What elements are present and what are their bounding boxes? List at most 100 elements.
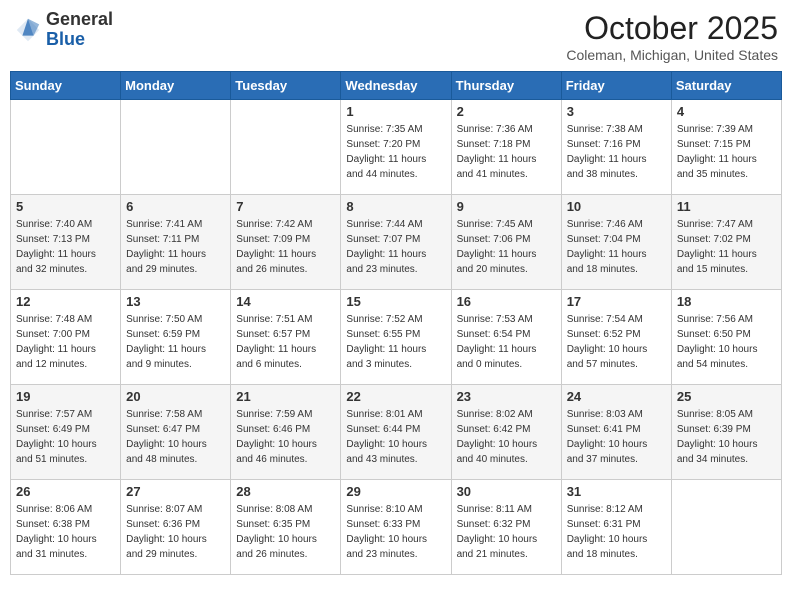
day-number: 27 xyxy=(126,484,225,499)
day-info: Sunrise: 7:38 AM Sunset: 7:16 PM Dayligh… xyxy=(567,122,666,182)
day-number: 22 xyxy=(346,389,445,404)
day-number: 10 xyxy=(567,199,666,214)
calendar-cell: 1 Sunrise: 7:35 AM Sunset: 7:20 PM Daylig… xyxy=(341,100,451,195)
day-header-sunday: Sunday xyxy=(11,72,121,100)
week-row-3: 12Sunrise: 7:48 AM Sunset: 7:00 PM Dayli… xyxy=(11,290,782,385)
logo-blue: Blue xyxy=(46,29,85,49)
day-header-friday: Friday xyxy=(561,72,671,100)
calendar-cell: 14 Sunrise: 7:51 AM Sunset: 6:57 PM Dayli… xyxy=(231,290,341,385)
day-number: 4 xyxy=(677,104,776,119)
calendar-cell: 8 Sunrise: 7:44 AM Sunset: 7:07 PM Daylig… xyxy=(341,195,451,290)
day-number: 20 xyxy=(126,389,225,404)
calendar-cell: 25Sunrise: 8:05 AM Sunset: 6:39 PM Dayli… xyxy=(671,385,781,480)
calendar-cell: 30 Sunrise: 8:11 AM Sunset: 6:32 PM Dayli… xyxy=(451,480,561,575)
calendar-cell: 18 Sunrise: 7:56 AM Sunset: 6:50 PM Dayli… xyxy=(671,290,781,385)
calendar-cell: 15Sunrise: 7:52 AM Sunset: 6:55 PM Dayli… xyxy=(341,290,451,385)
day-info: Sunrise: 7:56 AM Sunset: 6:50 PM Dayligh… xyxy=(677,312,776,372)
calendar-cell: 19Sunrise: 7:57 AM Sunset: 6:49 PM Dayli… xyxy=(11,385,121,480)
calendar-cell xyxy=(671,480,781,575)
day-info: Sunrise: 8:12 AM Sunset: 6:31 PM Dayligh… xyxy=(567,502,666,562)
day-number: 1 xyxy=(346,104,445,119)
calendar-header: SundayMondayTuesdayWednesdayThursdayFrid… xyxy=(11,72,782,100)
day-info: Sunrise: 7:54 AM Sunset: 6:52 PM Dayligh… xyxy=(567,312,666,372)
month-title: October 2025 xyxy=(566,10,778,47)
calendar-cell: 9Sunrise: 7:45 AM Sunset: 7:06 PM Daylig… xyxy=(451,195,561,290)
day-number: 16 xyxy=(457,294,556,309)
day-info: Sunrise: 8:06 AM Sunset: 6:38 PM Dayligh… xyxy=(16,502,115,562)
day-info: Sunrise: 7:50 AM Sunset: 6:59 PM Dayligh… xyxy=(126,312,225,372)
day-info: Sunrise: 7:46 AM Sunset: 7:04 PM Dayligh… xyxy=(567,217,666,277)
day-info: Sunrise: 8:05 AM Sunset: 6:39 PM Dayligh… xyxy=(677,407,776,467)
calendar-body: 1 Sunrise: 7:35 AM Sunset: 7:20 PM Daylig… xyxy=(11,100,782,575)
day-number: 6 xyxy=(126,199,225,214)
calendar-cell xyxy=(121,100,231,195)
page-header: General Blue October 2025 Coleman, Michi… xyxy=(10,10,782,63)
calendar-cell: 2 Sunrise: 7:36 AM Sunset: 7:18 PM Daylig… xyxy=(451,100,561,195)
day-number: 18 xyxy=(677,294,776,309)
day-info: Sunrise: 8:07 AM Sunset: 6:36 PM Dayligh… xyxy=(126,502,225,562)
calendar-cell: 13 Sunrise: 7:50 AM Sunset: 6:59 PM Dayli… xyxy=(121,290,231,385)
day-number: 19 xyxy=(16,389,115,404)
location: Coleman, Michigan, United States xyxy=(566,47,778,63)
day-number: 31 xyxy=(567,484,666,499)
calendar-cell: 3 Sunrise: 7:38 AM Sunset: 7:16 PM Daylig… xyxy=(561,100,671,195)
calendar-cell: 22Sunrise: 8:01 AM Sunset: 6:44 PM Dayli… xyxy=(341,385,451,480)
day-info: Sunrise: 7:41 AM Sunset: 7:11 PM Dayligh… xyxy=(126,217,225,277)
day-number: 5 xyxy=(16,199,115,214)
day-number: 24 xyxy=(567,389,666,404)
day-info: Sunrise: 7:35 AM Sunset: 7:20 PM Dayligh… xyxy=(346,122,445,182)
day-number: 23 xyxy=(457,389,556,404)
day-number: 2 xyxy=(457,104,556,119)
day-number: 14 xyxy=(236,294,335,309)
week-row-5: 26Sunrise: 8:06 AM Sunset: 6:38 PM Dayli… xyxy=(11,480,782,575)
day-info: Sunrise: 8:08 AM Sunset: 6:35 PM Dayligh… xyxy=(236,502,335,562)
day-info: Sunrise: 7:59 AM Sunset: 6:46 PM Dayligh… xyxy=(236,407,335,467)
logo: General Blue xyxy=(14,10,113,50)
calendar-cell: 20 Sunrise: 7:58 AM Sunset: 6:47 PM Dayli… xyxy=(121,385,231,480)
day-header-monday: Monday xyxy=(121,72,231,100)
day-info: Sunrise: 7:44 AM Sunset: 7:07 PM Dayligh… xyxy=(346,217,445,277)
day-info: Sunrise: 7:40 AM Sunset: 7:13 PM Dayligh… xyxy=(16,217,115,277)
calendar-cell: 21 Sunrise: 7:59 AM Sunset: 6:46 PM Dayli… xyxy=(231,385,341,480)
week-row-1: 1 Sunrise: 7:35 AM Sunset: 7:20 PM Daylig… xyxy=(11,100,782,195)
title-block: October 2025 Coleman, Michigan, United S… xyxy=(566,10,778,63)
calendar-cell: 26Sunrise: 8:06 AM Sunset: 6:38 PM Dayli… xyxy=(11,480,121,575)
calendar-cell xyxy=(231,100,341,195)
calendar-cell: 28 Sunrise: 8:08 AM Sunset: 6:35 PM Dayli… xyxy=(231,480,341,575)
days-header-row: SundayMondayTuesdayWednesdayThursdayFrid… xyxy=(11,72,782,100)
calendar-cell: 4 Sunrise: 7:39 AM Sunset: 7:15 PM Daylig… xyxy=(671,100,781,195)
day-number: 28 xyxy=(236,484,335,499)
logo-text: General Blue xyxy=(46,10,113,50)
day-number: 15 xyxy=(346,294,445,309)
day-number: 8 xyxy=(346,199,445,214)
logo-general: General xyxy=(46,9,113,29)
day-number: 9 xyxy=(457,199,556,214)
day-number: 3 xyxy=(567,104,666,119)
day-info: Sunrise: 8:11 AM Sunset: 6:32 PM Dayligh… xyxy=(457,502,556,562)
week-row-4: 19Sunrise: 7:57 AM Sunset: 6:49 PM Dayli… xyxy=(11,385,782,480)
calendar-cell: 12Sunrise: 7:48 AM Sunset: 7:00 PM Dayli… xyxy=(11,290,121,385)
day-number: 11 xyxy=(677,199,776,214)
day-header-tuesday: Tuesday xyxy=(231,72,341,100)
day-info: Sunrise: 7:42 AM Sunset: 7:09 PM Dayligh… xyxy=(236,217,335,277)
day-info: Sunrise: 7:48 AM Sunset: 7:00 PM Dayligh… xyxy=(16,312,115,372)
day-info: Sunrise: 7:36 AM Sunset: 7:18 PM Dayligh… xyxy=(457,122,556,182)
calendar-cell: 5 Sunrise: 7:40 AM Sunset: 7:13 PM Daylig… xyxy=(11,195,121,290)
day-info: Sunrise: 7:39 AM Sunset: 7:15 PM Dayligh… xyxy=(677,122,776,182)
day-info: Sunrise: 8:10 AM Sunset: 6:33 PM Dayligh… xyxy=(346,502,445,562)
day-info: Sunrise: 8:02 AM Sunset: 6:42 PM Dayligh… xyxy=(457,407,556,467)
calendar-cell: 23 Sunrise: 8:02 AM Sunset: 6:42 PM Dayli… xyxy=(451,385,561,480)
day-info: Sunrise: 7:47 AM Sunset: 7:02 PM Dayligh… xyxy=(677,217,776,277)
day-number: 13 xyxy=(126,294,225,309)
day-number: 21 xyxy=(236,389,335,404)
day-header-thursday: Thursday xyxy=(451,72,561,100)
calendar-cell: 29Sunrise: 8:10 AM Sunset: 6:33 PM Dayli… xyxy=(341,480,451,575)
day-info: Sunrise: 8:03 AM Sunset: 6:41 PM Dayligh… xyxy=(567,407,666,467)
calendar-cell: 27 Sunrise: 8:07 AM Sunset: 6:36 PM Dayli… xyxy=(121,480,231,575)
day-info: Sunrise: 7:58 AM Sunset: 6:47 PM Dayligh… xyxy=(126,407,225,467)
calendar-cell: 24 Sunrise: 8:03 AM Sunset: 6:41 PM Dayli… xyxy=(561,385,671,480)
day-number: 7 xyxy=(236,199,335,214)
day-number: 30 xyxy=(457,484,556,499)
calendar: SundayMondayTuesdayWednesdayThursdayFrid… xyxy=(10,71,782,575)
day-info: Sunrise: 7:51 AM Sunset: 6:57 PM Dayligh… xyxy=(236,312,335,372)
